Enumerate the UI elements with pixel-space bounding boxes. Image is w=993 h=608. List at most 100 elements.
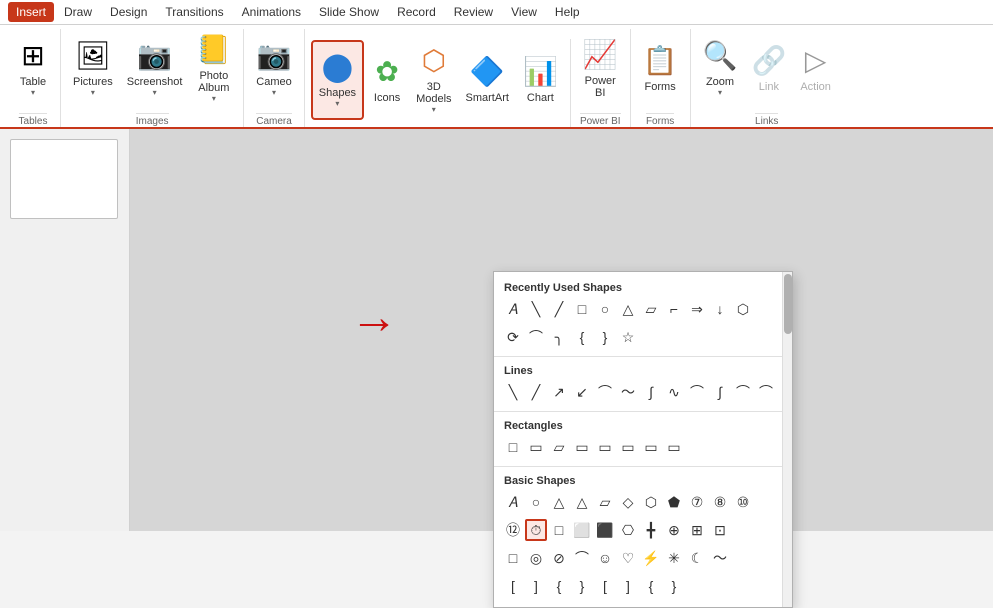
shape-arrow-r[interactable]: ⇒ [686, 298, 708, 320]
bs-br5[interactable]: [ [594, 575, 616, 597]
shape-line1[interactable]: ╲ [525, 298, 547, 320]
bs-oval[interactable]: ○ [525, 491, 547, 513]
menu-view[interactable]: View [503, 2, 545, 22]
bs-hept[interactable]: ⬟ [663, 491, 685, 513]
rect-1[interactable]: □ [502, 436, 524, 458]
bs-hex[interactable]: ⬡ [640, 491, 662, 513]
menu-record[interactable]: Record [389, 2, 444, 22]
bs-br2[interactable]: ] [525, 575, 547, 597]
menu-review[interactable]: Review [446, 2, 501, 22]
bs-bolt[interactable]: ⚡ [640, 547, 662, 569]
bs-dia[interactable]: ◇ [617, 491, 639, 513]
link-button[interactable]: 🔗 Link [745, 29, 792, 109]
line-diag1[interactable]: ╲ [502, 381, 524, 403]
bs-7[interactable]: ⑦ [686, 491, 708, 513]
bs-sq4[interactable]: ⊡ [709, 519, 731, 541]
shapes-scrollbar-thumb[interactable] [784, 274, 792, 334]
bs-clock[interactable]: ⏱ [525, 519, 547, 541]
line-hand1[interactable]: ⌒ [732, 381, 754, 403]
menu-animations[interactable]: Animations [234, 2, 309, 22]
powerbi-button[interactable]: 📈 PowerBI [577, 29, 624, 109]
screenshot-button[interactable]: 📷 Screenshot ▾ [121, 29, 189, 109]
menu-slideshow[interactable]: Slide Show [311, 2, 387, 22]
menu-transitions[interactable]: Transitions [157, 2, 231, 22]
rect-7[interactable]: ▭ [640, 436, 662, 458]
bs-cross[interactable]: ⊕ [663, 519, 685, 541]
shape-hex[interactable]: ⬡ [732, 298, 754, 320]
bs-8[interactable]: ⑧ [709, 491, 731, 513]
chart-button[interactable]: 📊 Chart [517, 40, 564, 120]
line-arrow2[interactable]: ↙ [571, 381, 593, 403]
rect-5[interactable]: ▭ [594, 436, 616, 458]
shape-arc[interactable]: ⟳ [502, 326, 524, 348]
bs-sq5[interactable]: □ [502, 547, 524, 569]
shape-para[interactable]: ▱ [640, 298, 662, 320]
bs-tri[interactable]: △ [548, 491, 570, 513]
zoom-button[interactable]: 🔍 Zoom ▾ [697, 29, 744, 109]
bs-moon[interactable]: ☾ [686, 547, 708, 569]
bs-br7[interactable]: { [640, 575, 662, 597]
bs-sun[interactable]: ✳ [663, 547, 685, 569]
slide-thumbnail[interactable] [10, 139, 118, 219]
bs-donut[interactable]: ◎ [525, 547, 547, 569]
line-s[interactable]: ∫ [709, 381, 731, 403]
bs-fold[interactable]: ⌒ [571, 547, 593, 569]
bs-text[interactable]: 𝐴 [502, 491, 524, 513]
forms-button[interactable]: 📋 Forms [637, 29, 684, 109]
shape-curve[interactable]: ╮ [548, 326, 570, 348]
bs-wave[interactable]: 〜 [709, 547, 731, 569]
shapes-button[interactable]: ⬤ Shapes ▾ [311, 40, 364, 120]
bs-smile[interactable]: ☺ [594, 547, 616, 569]
rect-3[interactable]: ▱ [548, 436, 570, 458]
line-curve1[interactable]: ∫ [640, 381, 662, 403]
bs-br8[interactable]: } [663, 575, 685, 597]
bs-heart[interactable]: ♡ [617, 547, 639, 569]
bs-rtri[interactable]: △ [571, 491, 593, 513]
menu-help[interactable]: Help [547, 2, 588, 22]
shape-brace-r[interactable]: } [594, 326, 616, 348]
table-button[interactable]: ⊞ Table ▾ [12, 29, 54, 109]
shape-wave[interactable]: ⌒ [525, 326, 547, 348]
bs-br3[interactable]: { [548, 575, 570, 597]
line-zz1[interactable]: ⌒ [594, 381, 616, 403]
shape-triangle[interactable]: △ [617, 298, 639, 320]
menu-insert[interactable]: Insert [8, 2, 54, 22]
smartart-button[interactable]: 🔷 SmartArt [460, 40, 515, 120]
bs-no[interactable]: ⊘ [548, 547, 570, 569]
bs-br6[interactable]: ] [617, 575, 639, 597]
line-diag2[interactable]: ╱ [525, 381, 547, 403]
bs-frame[interactable]: ⎔ [617, 519, 639, 541]
bs-br1[interactable]: [ [502, 575, 524, 597]
3d-models-button[interactable]: ⬡ 3DModels ▾ [410, 40, 457, 120]
shape-arrow-d[interactable]: ↓ [709, 298, 731, 320]
icons-button[interactable]: ✿ Icons [366, 40, 408, 120]
line-zz2[interactable]: 〜 [617, 381, 639, 403]
rect-6[interactable]: ▭ [617, 436, 639, 458]
shape-trap[interactable]: ⌐ [663, 298, 685, 320]
line-curve2[interactable]: ∿ [663, 381, 685, 403]
pictures-button[interactable]: 🖼 Pictures ▾ [67, 29, 119, 109]
bs-10[interactable]: ⑩ [732, 491, 754, 513]
action-button[interactable]: ▷ Action [794, 29, 837, 109]
menu-draw[interactable]: Draw [56, 2, 100, 22]
rect-8[interactable]: ▭ [663, 436, 685, 458]
photo-album-button[interactable]: 📒 PhotoAlbum ▾ [190, 29, 237, 109]
shape-brace-l[interactable]: { [571, 326, 593, 348]
bs-sq[interactable]: □ [548, 519, 570, 541]
menu-design[interactable]: Design [102, 2, 155, 22]
rect-2[interactable]: ▭ [525, 436, 547, 458]
shape-star[interactable]: ☆ [617, 326, 639, 348]
rect-4[interactable]: ▭ [571, 436, 593, 458]
shape-oval[interactable]: ○ [594, 298, 616, 320]
bs-plus[interactable]: ╋ [640, 519, 662, 541]
bs-sq3[interactable]: ⬛ [594, 519, 616, 541]
shape-line2[interactable]: ╱ [548, 298, 570, 320]
bs-sq2[interactable]: ⬜ [571, 519, 593, 541]
bs-ring[interactable]: ⊞ [686, 519, 708, 541]
shape-rect[interactable]: □ [571, 298, 593, 320]
shape-text-a[interactable]: 𝐴 [502, 298, 524, 320]
line-arc[interactable]: ⌒ [686, 381, 708, 403]
bs-br4[interactable]: } [571, 575, 593, 597]
bs-para[interactable]: ▱ [594, 491, 616, 513]
line-arrow1[interactable]: ↗ [548, 381, 570, 403]
